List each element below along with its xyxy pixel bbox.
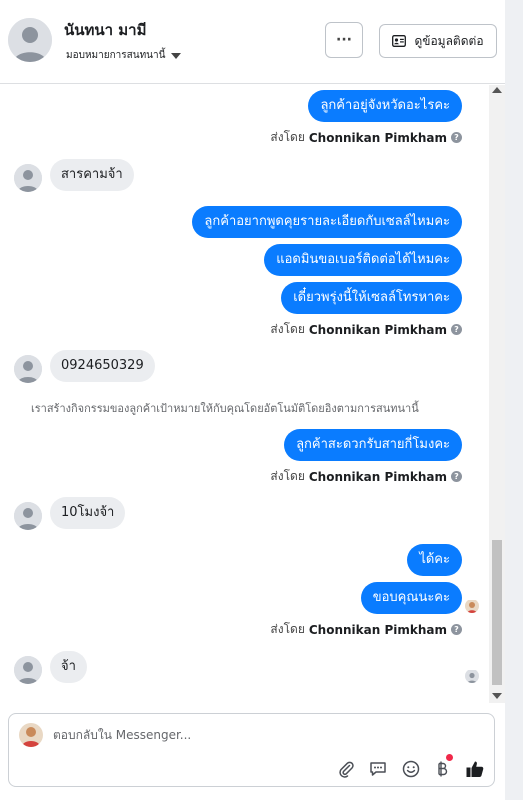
system-notice: เราสร้างกิจกรรมของลูกค้าเป้าหมายให้กับคุ…: [31, 402, 419, 415]
reply-input[interactable]: [53, 728, 473, 742]
default-user-icon: [8, 18, 52, 62]
message-composer: [8, 713, 495, 787]
paperclip-icon[interactable]: [335, 758, 357, 780]
read-receipt-avatar: [465, 599, 479, 613]
view-contact-button[interactable]: ดูข้อมูลติดต่อ: [379, 24, 497, 58]
help-icon[interactable]: ?: [451, 624, 462, 635]
outgoing-message[interactable]: เดี๋ยวพรุ่งนี้ให้เซลล์โทรหาคะ: [281, 282, 462, 314]
default-user-icon: [14, 355, 42, 383]
scroll-up-arrow-icon[interactable]: [492, 87, 502, 93]
sent-by-label: ส่งโดย Chonnikan Pimkham ?: [270, 128, 462, 147]
help-icon[interactable]: ?: [451, 132, 462, 143]
sent-by-prefix: ส่งโดย: [270, 622, 305, 636]
more-options-button[interactable]: ···: [325, 22, 363, 58]
default-user-icon: [465, 670, 479, 683]
agent-avatar-icon: [465, 600, 479, 613]
outgoing-message[interactable]: ขอบคุณนะคะ: [360, 582, 462, 614]
contact-avatar-small[interactable]: [14, 656, 42, 684]
sent-by-name: Chonnikan Pimkham: [308, 622, 447, 637]
smiley-icon[interactable]: [400, 758, 422, 780]
default-user-icon: [14, 656, 42, 684]
outgoing-message[interactable]: แอดมินขอเบอร์ติดต่อได้ไหมคะ: [264, 244, 462, 276]
contact-avatar-small[interactable]: [14, 502, 42, 530]
outgoing-message[interactable]: ลูกค้าสะดวกรับสายกี่โมงคะ: [284, 429, 462, 461]
notification-dot: [446, 754, 453, 761]
sent-by-prefix: ส่งโดย: [270, 130, 305, 144]
sent-by-name: Chonnikan Pimkham: [308, 322, 447, 337]
assign-conversation-dropdown[interactable]: มอบหมายการสนทนานี้: [66, 48, 182, 63]
agent-avatar-icon: [19, 723, 43, 747]
sent-by-name: Chonnikan Pimkham: [308, 469, 447, 484]
thread-scrollbar[interactable]: [489, 85, 505, 703]
incoming-message[interactable]: จ้า: [50, 651, 87, 683]
outgoing-message[interactable]: ลูกค้าอยากพูดคุยรายละเอียดกับเซลล์ไหมคะ: [192, 206, 462, 238]
contact-card-icon: [392, 35, 407, 47]
incoming-message[interactable]: 0924650329: [50, 350, 155, 382]
caret-down-icon: [171, 52, 182, 59]
sent-by-label: ส่งโดย Chonnikan Pimkham ?: [270, 467, 462, 486]
incoming-message[interactable]: สารคามจ้า: [50, 159, 134, 191]
sent-by-prefix: ส่งโดย: [270, 469, 305, 483]
baht-icon[interactable]: [431, 758, 453, 780]
assign-conversation-label: มอบหมายการสนทนานี้: [66, 50, 166, 61]
thumbs-up-icon[interactable]: [464, 758, 486, 780]
outgoing-message[interactable]: ได้คะ: [407, 544, 462, 576]
contact-avatar-small[interactable]: [14, 355, 42, 383]
contact-avatar-small[interactable]: [14, 164, 42, 192]
default-user-icon: [14, 164, 42, 192]
chat-bubble-icon[interactable]: [367, 758, 389, 780]
scrollbar-thumb[interactable]: [492, 540, 502, 685]
sent-by-name: Chonnikan Pimkham: [308, 130, 447, 145]
sent-by-label: ส่งโดย Chonnikan Pimkham ?: [270, 320, 462, 339]
message-thread[interactable]: ลูกค้าอยู่จังหวัดอะไรคะ ส่งโดย Chonnikan…: [0, 85, 505, 703]
help-icon[interactable]: ?: [451, 324, 462, 335]
sent-by-prefix: ส่งโดย: [270, 322, 305, 336]
side-panel-edge: [505, 0, 523, 800]
agent-avatar: [19, 723, 43, 747]
sent-by-label: ส่งโดย Chonnikan Pimkham ?: [270, 620, 462, 639]
incoming-message[interactable]: 10โมงจ้า: [50, 497, 126, 529]
outgoing-message[interactable]: ลูกค้าอยู่จังหวัดอะไรคะ: [308, 90, 462, 122]
default-user-icon: [14, 502, 42, 530]
contact-avatar[interactable]: [8, 18, 52, 62]
view-contact-label: ดูข้อมูลติดต่อ: [414, 33, 484, 48]
contact-name[interactable]: นันทนา มามี: [64, 18, 147, 42]
read-receipt-avatar: [465, 669, 479, 683]
conversation-header: นันทนา มามี มอบหมายการสนทนานี้ ··· ดูข้อ…: [0, 0, 505, 84]
help-icon[interactable]: ?: [451, 471, 462, 482]
scroll-down-arrow-icon[interactable]: [492, 693, 502, 699]
